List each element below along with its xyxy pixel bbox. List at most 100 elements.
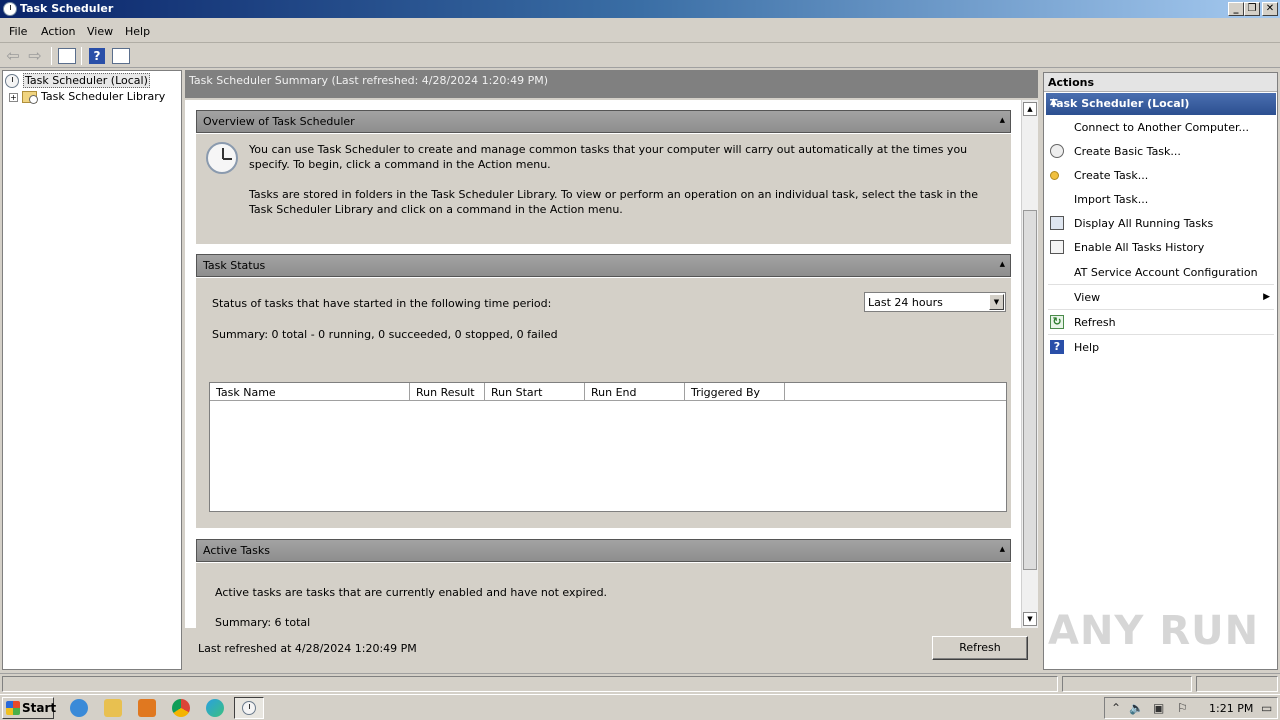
tree-item-task-scheduler-library[interactable]: + Task Scheduler Library — [9, 90, 165, 106]
overview-section-header[interactable]: Overview of Task Scheduler ▲ — [196, 110, 1011, 133]
forward-icon[interactable]: ⇨ — [25, 47, 45, 65]
show-desktop-icon[interactable]: ▭ — [1261, 701, 1272, 715]
action-view[interactable]: View ▶ — [1048, 287, 1274, 309]
vertical-scrollbar[interactable]: ▲ ▼ — [1021, 100, 1038, 628]
overview-title: Overview of Task Scheduler — [203, 115, 355, 128]
create-task-icon — [1050, 171, 1059, 180]
display-running-tasks-icon — [1050, 216, 1064, 230]
chrome-icon[interactable] — [172, 699, 190, 717]
task-scheduler-icon — [242, 701, 256, 715]
column-triggered-by[interactable]: Triggered By — [685, 383, 785, 401]
last-refreshed-text: Last refreshed at 4/28/2024 1:20:49 PM — [198, 642, 417, 655]
summary-scroll-area[interactable]: Overview of Task Scheduler ▲ You can use… — [185, 100, 1021, 628]
actions-separator — [1048, 284, 1274, 285]
toolbar-separator — [51, 47, 52, 65]
overview-section-body: You can use Task Scheduler to create and… — [196, 134, 1011, 244]
folder-clock-icon — [22, 91, 38, 104]
task-status-section-header[interactable]: Task Status ▲ — [196, 254, 1011, 277]
menu-file[interactable]: File — [9, 25, 27, 38]
task-status-section-body: Status of tasks that have started in the… — [196, 278, 1011, 528]
action-enable-all-tasks-history[interactable]: Enable All Tasks History — [1048, 237, 1274, 259]
column-run-result[interactable]: Run Result — [410, 383, 485, 401]
clock-icon — [5, 74, 19, 88]
collapse-icon[interactable]: ▲ — [1050, 97, 1270, 107]
collapse-icon[interactable]: ▲ — [1000, 116, 1005, 124]
tree-item-label: Task Scheduler Library — [41, 90, 166, 103]
close-button[interactable]: ✕ — [1262, 2, 1278, 16]
task-status-summary: Summary: 0 total - 0 running, 0 succeede… — [212, 328, 558, 341]
chevron-down-icon[interactable]: ▼ — [989, 294, 1004, 310]
column-run-end[interactable]: Run End — [585, 383, 685, 401]
console-tree: Task Scheduler (Local) + Task Scheduler L… — [2, 70, 182, 670]
status-pane — [1196, 676, 1278, 692]
collapse-icon[interactable]: ▲ — [1000, 260, 1005, 268]
center-panel: Task Scheduler Summary (Last refreshed: … — [185, 70, 1038, 670]
action-connect-to-another-computer[interactable]: Connect to Another Computer... — [1048, 117, 1274, 139]
start-button[interactable]: Start — [2, 697, 56, 719]
task-status-title: Task Status — [203, 259, 266, 272]
media-player-icon[interactable] — [138, 699, 156, 717]
action-refresh[interactable]: ↻ Refresh — [1048, 312, 1274, 334]
file-explorer-icon[interactable] — [104, 699, 122, 717]
edge-icon[interactable] — [206, 699, 224, 717]
time-period-value: Last 24 hours — [868, 296, 943, 309]
action-help[interactable]: ? Help — [1048, 337, 1274, 359]
actions-group-header[interactable]: Task Scheduler (Local) ▲ — [1046, 93, 1276, 115]
create-basic-task-icon — [1050, 144, 1064, 158]
action-center-flag-icon[interactable]: ⚐ — [1177, 701, 1188, 715]
action-display-all-running-tasks[interactable]: Display All Running Tasks — [1048, 213, 1274, 235]
status-pane — [2, 676, 1058, 692]
task-scheduler-taskbar-button[interactable] — [234, 697, 264, 719]
action-import-task[interactable]: Import Task... — [1048, 189, 1274, 211]
network-icon[interactable]: ▣ — [1153, 701, 1164, 715]
summary-header-text: Task Scheduler Summary (Last refreshed: … — [189, 74, 548, 87]
back-icon[interactable]: ⇦ — [3, 47, 23, 65]
column-task-name[interactable]: Task Name — [210, 383, 410, 401]
expand-icon[interactable]: + — [9, 92, 18, 102]
anyrun-watermark: ANY RUN — [1048, 608, 1260, 654]
show-hidden-icons-icon[interactable]: ⌃ — [1111, 701, 1121, 715]
scroll-down-icon[interactable]: ▼ — [1023, 612, 1037, 626]
taskbar-clock[interactable]: 1:21 PM — [1209, 702, 1253, 715]
internet-explorer-icon[interactable] — [70, 699, 88, 717]
system-tray: ⌃ 🔈 ▣ ⚐ 1:21 PM ▭ — [1104, 697, 1278, 719]
column-run-start[interactable]: Run Start — [485, 383, 585, 401]
collapse-icon[interactable]: ▲ — [1000, 545, 1005, 553]
summary-header: Task Scheduler Summary (Last refreshed: … — [185, 70, 1038, 98]
volume-icon[interactable]: 🔈 — [1129, 701, 1144, 715]
scroll-up-icon[interactable]: ▲ — [1023, 102, 1037, 116]
tree-item-task-scheduler-local[interactable]: Task Scheduler (Local) — [5, 73, 150, 90]
task-scheduler-clock-icon — [206, 142, 238, 174]
menu-view[interactable]: View — [87, 25, 113, 38]
overview-paragraph-1: You can use Task Scheduler to create and… — [249, 143, 968, 171]
help-icon: ? — [1050, 340, 1064, 354]
time-period-select[interactable]: Last 24 hours ▼ — [864, 292, 1006, 312]
menu-action[interactable]: Action — [41, 25, 75, 38]
refresh-button[interactable]: Refresh — [932, 636, 1028, 660]
tree-item-label: Task Scheduler (Local) — [23, 73, 150, 88]
action-at-service-account-configuration[interactable]: AT Service Account Configuration — [1048, 262, 1274, 284]
actions-separator — [1048, 309, 1274, 310]
taskbar: Start ⌃ 🔈 ▣ ⚐ 1:21 PM ▭ — [0, 694, 1280, 720]
summary-footer: Last refreshed at 4/28/2024 1:20:49 PM R… — [185, 630, 1038, 670]
title-bar: Task Scheduler _ ❐ ✕ — [0, 0, 1280, 18]
scrollbar-thumb[interactable] — [1023, 210, 1037, 570]
toolbar: ⇦ ⇨ ? — [0, 44, 1280, 68]
task-status-table[interactable]: Task Name Run Result Run Start Run End T… — [209, 382, 1007, 512]
minimize-button[interactable]: _ — [1228, 2, 1244, 16]
active-tasks-section-header[interactable]: Active Tasks ▲ — [196, 539, 1011, 562]
help-icon[interactable]: ? — [89, 48, 105, 64]
active-tasks-summary: Summary: 6 total — [215, 616, 311, 628]
menu-help[interactable]: Help — [125, 25, 150, 38]
tasks-history-icon — [1050, 240, 1064, 254]
show-hide-console-tree-icon[interactable] — [58, 48, 76, 64]
action-create-basic-task[interactable]: Create Basic Task... — [1048, 141, 1274, 163]
active-tasks-title: Active Tasks — [203, 544, 270, 557]
show-hide-action-pane-icon[interactable] — [112, 48, 130, 64]
table-header: Task Name Run Result Run Start Run End T… — [210, 383, 1006, 401]
status-pane — [1062, 676, 1192, 692]
active-tasks-description: Active tasks are tasks that are currentl… — [215, 586, 608, 599]
action-create-task[interactable]: Create Task... — [1048, 165, 1274, 187]
actions-title-bar: Actions — [1044, 73, 1277, 92]
restore-button[interactable]: ❐ — [1244, 2, 1260, 16]
